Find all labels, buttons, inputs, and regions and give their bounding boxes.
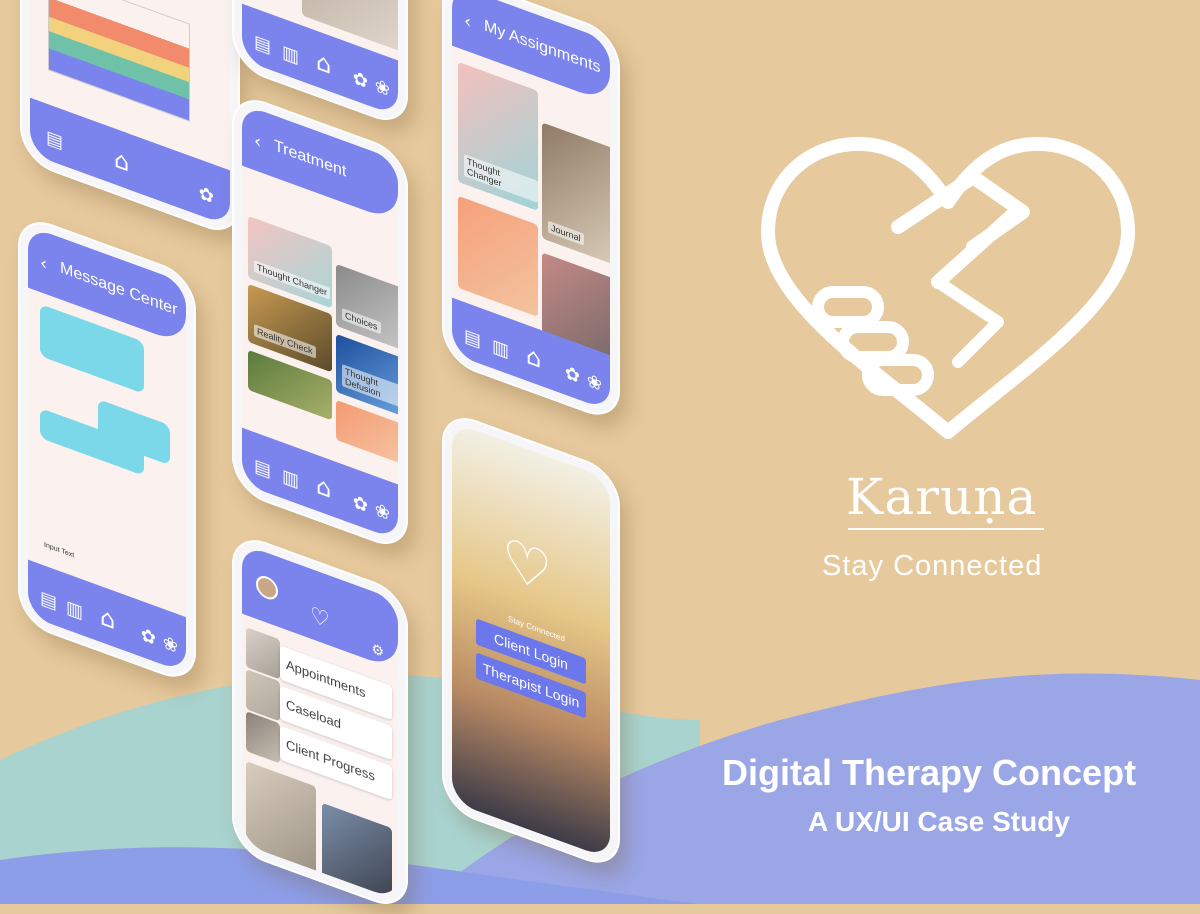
tile-label: Choices xyxy=(342,308,381,334)
journal-icon[interactable]: ▤ xyxy=(40,587,57,614)
brain-icon-2[interactable]: ❀ xyxy=(163,632,178,658)
tile-thought-changer[interactable]: Thought Changer xyxy=(458,62,538,211)
brain-icon[interactable]: ✿ xyxy=(565,362,580,388)
therapist-home-screen: ♡ ⚙ Appointments Caseload Client Progres… xyxy=(242,544,398,901)
brand-underline xyxy=(848,528,1044,530)
phone-treatment: ‹ Treatment Thought Changer Choices Real… xyxy=(232,90,408,554)
tile-label: Thought Defusion xyxy=(342,364,398,410)
journal-icon-2[interactable]: ▥ xyxy=(492,335,509,362)
tile-hourglass[interactable] xyxy=(322,803,392,901)
journal-icon-2[interactable]: ▥ xyxy=(282,41,299,68)
message-center-screen: ‹ Message Center Input Text ▤ ▥ ⌂ ✿ ❀ xyxy=(28,226,186,674)
handshake-heart-icon: ♡ xyxy=(310,602,330,634)
brain-icon[interactable]: ✿ xyxy=(353,67,368,93)
tile-label: Thought Changer xyxy=(464,154,538,203)
journal-icon[interactable]: ▤ xyxy=(464,325,481,352)
home-icon[interactable]: ⌂ xyxy=(114,144,129,178)
journal-icon[interactable]: ▤ xyxy=(46,126,63,153)
treatment-screen: ‹ Treatment Thought Changer Choices Real… xyxy=(242,104,398,541)
journal-icon-2[interactable]: ▥ xyxy=(66,596,83,623)
login-screen: ♡ Stay Connected Client Login Therapist … xyxy=(452,422,610,860)
brand-name: Karuṇa xyxy=(846,468,1037,526)
back-chevron-icon[interactable]: ‹ xyxy=(254,130,261,154)
phone-therapist-home: ♡ ⚙ Appointments Caseload Client Progres… xyxy=(232,530,408,914)
input-text-label[interactable]: Input Text xyxy=(44,541,74,559)
brain-icon-2[interactable]: ❀ xyxy=(375,499,390,525)
brain-icon[interactable]: ✿ xyxy=(353,491,368,517)
home-icon[interactable]: ⌂ xyxy=(316,471,331,505)
brain-icon[interactable]: ✿ xyxy=(141,624,156,650)
handshake-heart-icon xyxy=(758,132,1138,442)
tile-label: Reality Check xyxy=(254,324,316,358)
avatar[interactable] xyxy=(256,573,278,603)
phone-assignments: ‹ My Assignments Thought Changer Journal… xyxy=(442,0,620,425)
progress-chart xyxy=(48,0,190,122)
page-title: My Assignments xyxy=(484,17,600,77)
brain-icon-2[interactable]: ❀ xyxy=(375,75,390,101)
brand-tagline: Stay Connected xyxy=(822,550,1042,583)
home-icon[interactable]: ⌂ xyxy=(316,47,331,81)
brain-icon[interactable]: ✿ xyxy=(199,182,214,208)
journal-icon[interactable]: ▤ xyxy=(254,31,271,58)
journal-icon[interactable]: ▤ xyxy=(254,455,271,482)
assignments-screen: ‹ My Assignments Thought Changer Journal… xyxy=(452,0,610,411)
phone-message-center: ‹ Message Center Input Text ▤ ▥ ⌂ ✿ ❀ xyxy=(18,212,196,687)
page-title: Message Center xyxy=(60,259,177,320)
tile-rose[interactable] xyxy=(458,196,538,317)
handshake-heart-icon: ♡ xyxy=(502,530,552,604)
tile-journal[interactable]: Journal xyxy=(542,122,610,264)
page-title: Treatment xyxy=(274,137,346,181)
journal-icon-2[interactable]: ▥ xyxy=(282,465,299,492)
home-icon[interactable]: ⌂ xyxy=(526,341,541,375)
headline-title: Digital Therapy Concept xyxy=(722,752,1172,794)
tile-label: Journal xyxy=(548,221,584,246)
home-icon[interactable]: ⌂ xyxy=(100,602,115,636)
headline-subtitle: A UX/UI Case Study xyxy=(808,806,1070,838)
phone-login: ♡ Stay Connected Client Login Therapist … xyxy=(442,408,620,873)
back-chevron-icon[interactable]: ‹ xyxy=(464,10,471,34)
back-chevron-icon[interactable]: ‹ xyxy=(40,252,47,276)
brain-icon-2[interactable]: ❀ xyxy=(587,370,602,396)
gear-icon[interactable]: ⚙ xyxy=(371,641,384,662)
